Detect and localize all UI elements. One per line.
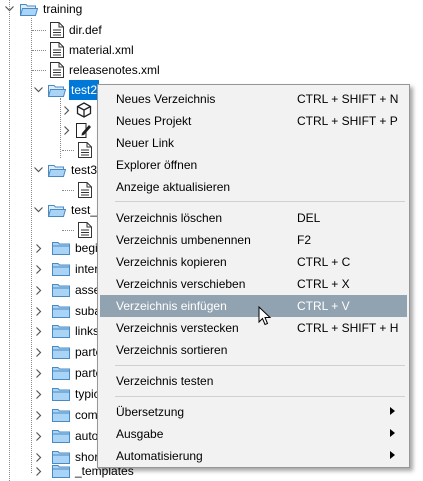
tree-item-folder[interactable]: suba <box>34 301 101 321</box>
menu-item-sort-directory[interactable]: Verzeichnis sortieren <box>100 339 407 361</box>
chevron-down-icon[interactable] <box>33 205 43 215</box>
tree-item-label: test3 <box>71 163 98 177</box>
triangle-right-icon <box>390 451 395 461</box>
cube-icon <box>76 102 92 118</box>
tree-item-folder[interactable]: partc <box>34 342 102 362</box>
document-icon <box>50 42 64 58</box>
document-icon <box>78 222 92 238</box>
triangle-right-icon <box>390 429 395 439</box>
menu-item-delete-directory[interactable]: Verzeichnis löschen DEL <box>100 207 407 229</box>
tree-item-child[interactable] <box>62 140 92 160</box>
menu-item-automation[interactable]: Automatisierung <box>100 445 407 467</box>
tree-item-file[interactable]: material.xml <box>32 40 134 60</box>
context-menu: Neues Verzeichnis CTRL + SHIFT + N Neues… <box>97 84 410 468</box>
folder-icon <box>52 262 70 276</box>
menu-separator <box>115 201 405 202</box>
tree-item-child[interactable] <box>62 100 92 120</box>
tree-guide-line <box>31 18 32 473</box>
tree-item-test3[interactable]: test3 <box>33 160 97 180</box>
tree-item-label: material.xml <box>69 43 134 57</box>
chevron-right-icon[interactable] <box>62 125 72 135</box>
chevron-right-icon[interactable] <box>34 389 44 399</box>
folder-icon <box>52 387 70 401</box>
folder-icon <box>52 324 70 338</box>
menu-item-refresh-view[interactable]: Anzeige aktualisieren <box>100 176 407 198</box>
tree-guide-line <box>60 98 61 158</box>
document-icon <box>78 182 92 198</box>
menu-item-output[interactable]: Ausgabe <box>100 423 407 445</box>
folder-icon <box>52 345 70 359</box>
tree-item-folder[interactable]: asser <box>34 280 104 300</box>
tree-item-file[interactable]: releasenotes.xml <box>32 60 160 80</box>
menu-item-copy-directory[interactable]: Verzeichnis kopieren CTRL + C <box>100 251 407 273</box>
chevron-right-icon[interactable] <box>62 105 72 115</box>
chevron-right-icon[interactable] <box>34 264 44 274</box>
menu-item-rename-directory[interactable]: Verzeichnis umbenennen F2 <box>100 229 407 251</box>
tree-item-child[interactable] <box>62 220 92 240</box>
open-folder-icon <box>48 83 66 97</box>
open-folder-icon <box>48 163 66 177</box>
folder-icon <box>52 304 70 318</box>
document-icon <box>50 22 64 38</box>
chevron-right-icon[interactable] <box>34 306 44 316</box>
menu-item-open-explorer[interactable]: Explorer öffnen <box>100 154 407 176</box>
tree-item-test_[interactable]: test_ <box>33 200 97 220</box>
tree-guide-line <box>9 0 10 481</box>
menu-item-paste-directory[interactable]: Verzeichnis einfügen CTRL + V <box>100 295 407 317</box>
chevron-right-icon[interactable] <box>34 285 44 295</box>
tree-item-folder[interactable]: comp <box>34 405 104 425</box>
menu-item-test-directory[interactable]: Verzeichnis testen <box>100 370 407 392</box>
folder-icon <box>52 429 70 443</box>
menu-item-move-directory[interactable]: Verzeichnis verschieben CTRL + X <box>100 273 407 295</box>
tree-item-child[interactable] <box>62 120 92 140</box>
chevron-down-icon[interactable] <box>4 4 14 14</box>
menu-item-translation[interactable]: Übersetzung <box>100 401 407 423</box>
chevron-right-icon[interactable] <box>34 431 44 441</box>
tree-item-file[interactable]: dir.def <box>32 20 102 40</box>
menu-item-hide-directory[interactable]: Verzeichnis verstecken CTRL + SHIFT + H <box>100 317 407 339</box>
chevron-right-icon[interactable] <box>34 410 44 420</box>
chevron-down-icon[interactable] <box>33 165 43 175</box>
folder-icon <box>52 464 70 478</box>
tree-item-folder[interactable]: autor <box>34 426 102 446</box>
chevron-down-icon[interactable] <box>33 85 43 95</box>
tree-item-folder[interactable]: links <box>34 321 99 341</box>
document-icon <box>78 142 92 158</box>
tree-item-label: dir.def <box>69 23 102 37</box>
menu-separator <box>115 365 405 366</box>
tree-item-folder[interactable]: intern <box>34 259 105 279</box>
tree-item-test2[interactable]: test2 <box>33 80 100 100</box>
menu-item-new-project[interactable]: Neues Projekt CTRL + SHIFT + P <box>100 110 407 132</box>
triangle-right-icon <box>390 407 395 417</box>
tree-item-child[interactable] <box>62 180 92 200</box>
tree-item-label: test_ <box>71 203 98 217</box>
menu-item-new-directory[interactable]: Neues Verzeichnis CTRL + SHIFT + N <box>100 88 407 110</box>
chevron-right-icon[interactable] <box>34 466 44 476</box>
chevron-right-icon[interactable] <box>34 368 44 378</box>
mouse-pointer-icon <box>258 305 272 329</box>
folder-icon <box>52 283 70 297</box>
folder-icon <box>52 241 70 255</box>
chevron-right-icon[interactable] <box>34 326 44 336</box>
tree-item-folder[interactable]: parte <box>34 363 102 383</box>
tree-item-label: links <box>75 324 100 338</box>
tree-item-label-selected: test2 <box>69 80 100 100</box>
folder-icon <box>52 366 70 380</box>
chevron-right-icon[interactable] <box>34 347 44 357</box>
tree-item-label: training <box>43 2 83 16</box>
folder-icon <box>52 408 70 422</box>
document-icon <box>50 62 64 78</box>
open-folder-icon <box>48 203 66 217</box>
open-folder-icon <box>20 2 38 16</box>
chevron-right-icon[interactable] <box>34 243 44 253</box>
menu-separator <box>115 396 405 397</box>
menu-item-new-link[interactable]: Neuer Link <box>100 132 407 154</box>
tree-item-training[interactable]: training <box>4 0 82 19</box>
tree-item-folder[interactable]: typic <box>34 384 100 404</box>
tree-item-folder[interactable]: begin <box>34 238 104 258</box>
tree-item-label: releasenotes.xml <box>69 63 160 77</box>
tree-item-label: typic <box>75 387 100 401</box>
edit-document-icon <box>76 122 92 138</box>
